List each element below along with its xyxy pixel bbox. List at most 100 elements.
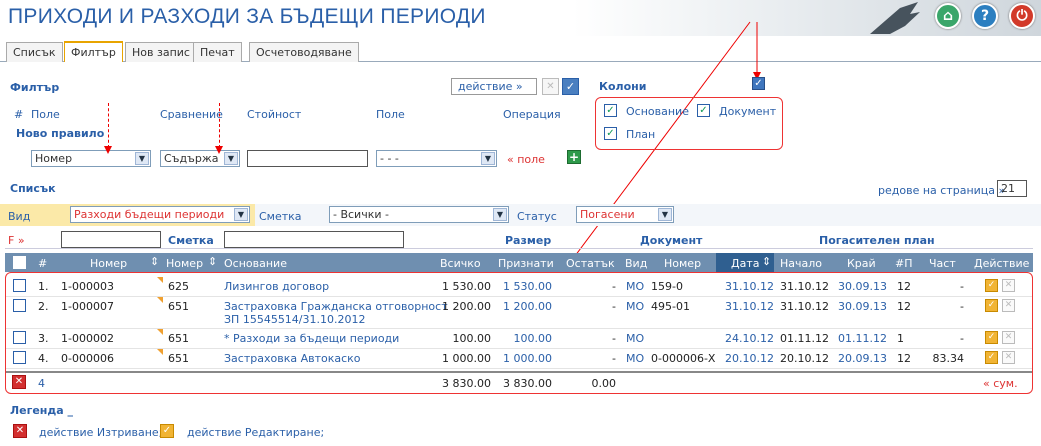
- delete-disabled-icon: ✕: [1002, 351, 1015, 364]
- row-payment-count: 1: [897, 332, 904, 345]
- chevron-down-icon: ▼: [493, 208, 507, 221]
- delete-disabled-icon: ✕: [1002, 279, 1015, 292]
- row-doc-kind[interactable]: МО: [626, 352, 644, 365]
- status-label: Статус: [517, 210, 557, 223]
- legend-title: Легенда _: [10, 404, 74, 417]
- row-recognized: 100.00: [513, 332, 553, 345]
- row-start: 31.10.12: [780, 280, 829, 293]
- row-checkbox[interactable]: [13, 299, 26, 312]
- row-basis[interactable]: Лизингов договор: [224, 280, 329, 293]
- row-end: 30.09.13: [838, 300, 887, 313]
- row-checkbox[interactable]: [13, 351, 26, 364]
- row-basis-line2[interactable]: ЗП 15545514/31.10.2012: [224, 313, 366, 326]
- sort-icon[interactable]: ⇕: [150, 255, 159, 268]
- column-plan-label: План: [626, 128, 656, 141]
- status-select-value: Погасени: [580, 208, 635, 221]
- row-basis[interactable]: * Разходи за бъдещи периоди: [224, 332, 399, 345]
- row-total: 100.00: [452, 332, 492, 345]
- edit-icon[interactable]: ✓: [985, 331, 998, 344]
- footer-total: 3 830.00: [442, 377, 491, 390]
- row-remainder: -: [612, 280, 616, 293]
- row-doc-kind[interactable]: МО: [626, 300, 644, 313]
- row-doc-kind[interactable]: МО: [626, 332, 644, 345]
- table-row: [6, 368, 1032, 369]
- edit-icon[interactable]: ✓: [985, 299, 998, 312]
- header-remainder[interactable]: Остатък: [566, 257, 615, 270]
- column-document-checkbox[interactable]: ✓: [697, 104, 710, 117]
- column-plan-checkbox[interactable]: ✓: [604, 127, 617, 140]
- view-select-value: Разходи бъдещи периоди: [74, 208, 225, 221]
- row-doc-number: 159-0: [651, 280, 683, 293]
- header-action[interactable]: Действие: [974, 257, 1029, 270]
- row-doc-number: 495-01: [651, 300, 690, 313]
- list-title: Списък: [10, 182, 56, 195]
- footer-remainder: 0.00: [591, 377, 617, 390]
- row-number: 1-000003: [61, 280, 114, 293]
- account-label: Сметка: [259, 210, 302, 223]
- legend-edit-icon: ✓: [160, 424, 174, 438]
- columns-toggle-checkbox[interactable]: ✓: [752, 77, 765, 90]
- header-basis[interactable]: Основание: [224, 257, 287, 270]
- header-part[interactable]: Част: [929, 257, 956, 270]
- row-payment-count: 12: [897, 280, 911, 293]
- header-date[interactable]: Дата: [731, 257, 759, 270]
- select-all-checkbox[interactable]: [13, 256, 26, 269]
- row-payment-count: 12: [897, 352, 911, 365]
- row-end: 01.11.12: [838, 332, 887, 345]
- delete-selected-icon[interactable]: ✕: [12, 375, 26, 389]
- delete-disabled-icon: ✕: [1002, 331, 1015, 344]
- row-total: 1 200.00: [442, 300, 491, 313]
- row-end: 30.09.13: [838, 280, 887, 293]
- row-number: 0-000006: [61, 352, 114, 365]
- header-account-number[interactable]: Номер: [166, 257, 203, 270]
- corner-marker-icon: [157, 297, 163, 303]
- row-account: 625: [168, 280, 189, 293]
- column-basis-checkbox[interactable]: ✓: [604, 104, 617, 117]
- footer-sum-link[interactable]: « сум.: [983, 377, 1018, 390]
- row-checkbox[interactable]: [13, 279, 26, 292]
- row-total: 1 530.00: [442, 280, 491, 293]
- row-index: 4.: [38, 352, 49, 365]
- row-index: 1.: [38, 280, 49, 293]
- number-filter-input[interactable]: [61, 231, 161, 248]
- row-recognized: 1 000.00: [503, 352, 552, 365]
- account-select[interactable]: - Всички - ▼: [329, 206, 509, 223]
- header-doc-kind[interactable]: Вид: [625, 257, 647, 270]
- sort-icon[interactable]: ⇕: [208, 255, 217, 268]
- row-doc-number: 0-000006-Х: [651, 352, 716, 365]
- header-total[interactable]: Всичко: [440, 257, 481, 270]
- chevron-down-icon: ▼: [658, 208, 672, 221]
- row-basis[interactable]: Застраховка Автокаско: [224, 352, 361, 365]
- rows-per-page-label: редове на страница »: [878, 184, 1006, 197]
- edit-icon[interactable]: ✓: [985, 351, 998, 364]
- row-date: 31.10.12: [725, 300, 774, 313]
- row-start: 31.10.12: [780, 300, 829, 313]
- header-payment-count[interactable]: #П: [895, 257, 913, 270]
- header-end[interactable]: Край: [847, 257, 876, 270]
- header-recognized[interactable]: Признати: [498, 257, 554, 270]
- row-doc-kind[interactable]: МО: [626, 280, 644, 293]
- filter-toggle-link[interactable]: F »: [8, 234, 25, 247]
- row-basis[interactable]: Застраховка Гражданска отговорност: [224, 300, 448, 313]
- table-group-header-divider: [5, 248, 1033, 249]
- header-number[interactable]: Номер: [90, 257, 127, 270]
- corner-marker-icon: [157, 277, 163, 283]
- row-date: 20.10.12: [725, 352, 774, 365]
- row-remainder: -: [612, 332, 616, 345]
- row-payment-count: 12: [897, 300, 911, 313]
- basis-filter-input[interactable]: [224, 231, 404, 248]
- legend-delete-icon: ✕: [13, 424, 27, 438]
- account-group-header: Сметка: [168, 234, 214, 247]
- row-checkbox[interactable]: [13, 331, 26, 344]
- header-doc-number[interactable]: Номер: [664, 257, 701, 270]
- row-index: 2.: [38, 300, 49, 313]
- status-select[interactable]: Погасени ▼: [576, 206, 674, 223]
- chevron-down-icon: ▼: [234, 208, 248, 221]
- header-start[interactable]: Начало: [780, 257, 822, 270]
- edit-icon[interactable]: ✓: [985, 279, 998, 292]
- row-remainder: -: [612, 300, 616, 313]
- rows-per-page-input[interactable]: 21: [997, 180, 1027, 197]
- view-select[interactable]: Разходи бъдещи периоди ▼: [70, 206, 250, 223]
- sort-icon[interactable]: ⇕: [762, 255, 771, 268]
- columns-title: Колони: [599, 80, 647, 93]
